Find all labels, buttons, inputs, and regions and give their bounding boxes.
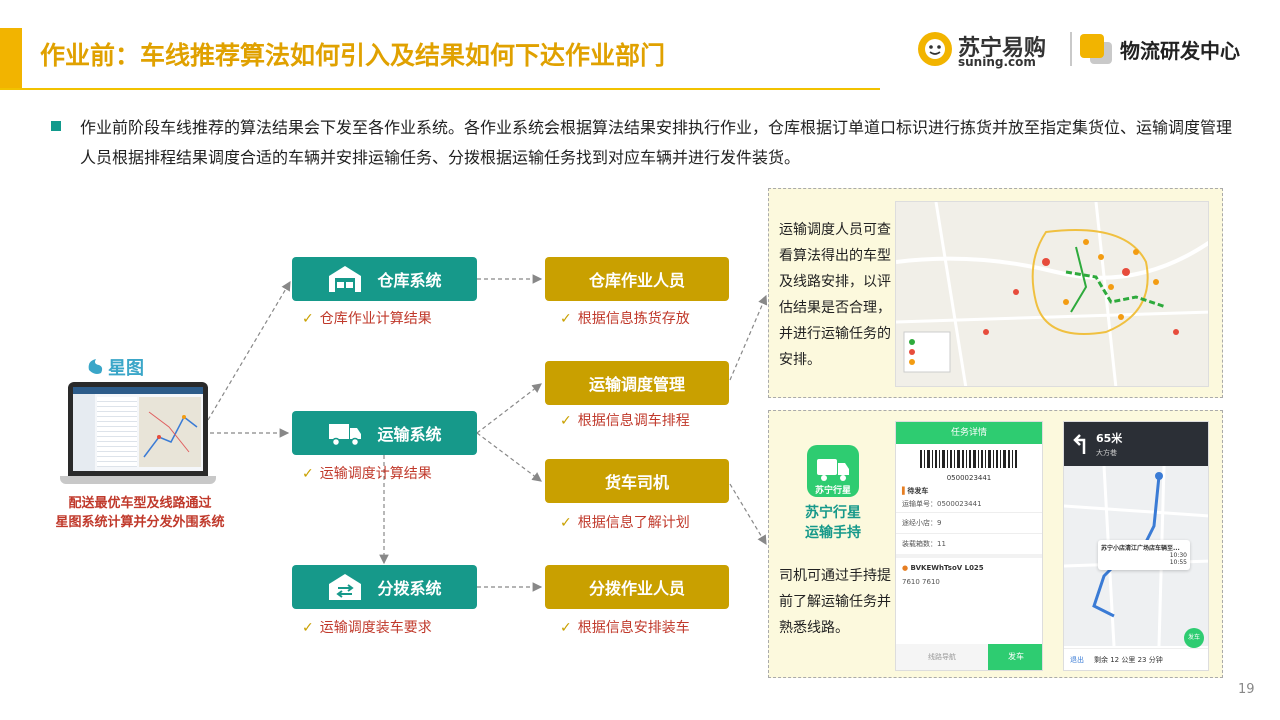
warehouse-system-box[interactable]: 仓库系统: [292, 257, 477, 301]
phone1-boxes: 装载箱数：11: [896, 534, 1042, 558]
nav-header: 65米 大方巷: [1064, 422, 1208, 466]
warehouse-staff-box[interactable]: 仓库作业人员: [545, 257, 729, 301]
laptop-screen-content: [73, 387, 203, 471]
check-icon: ✓: [560, 620, 572, 636]
nav-store-card: 苏宁小店清江广场店车辆至... 10:30 10:55: [1098, 540, 1190, 570]
dispatch-management-label: 运输调度管理: [588, 375, 685, 394]
dispatch-management-note: ✓ 根据信息调车排程: [560, 410, 690, 430]
sorting-system-note-text: 运输调度装车要求: [319, 620, 432, 636]
arrow-source-warehouse: [207, 280, 291, 421]
app-name: 苏宁行星 运输手持: [779, 503, 887, 543]
transport-system-note: ✓ 运输调度计算结果: [302, 463, 432, 483]
nav-remaining: 剩余 12 公里 23 分钟: [1094, 655, 1163, 664]
laptop-screen: [68, 382, 208, 476]
sorting-staff-note-text: 根据信息安排装车: [577, 620, 690, 636]
phone1-barcode-number: 0500023441: [946, 474, 992, 482]
warehouse-staff-label: 仓库作业人员: [588, 271, 685, 290]
barcode-icon: [920, 450, 1017, 468]
nav-button[interactable]: 线路导航: [896, 644, 988, 670]
sorting-staff-label: 分拨作业人员: [588, 579, 685, 598]
depart-button[interactable]: 发车: [988, 644, 1042, 670]
sorting-system-note: ✓ 运输调度装车要求: [302, 617, 432, 637]
nav-depart-button[interactable]: 发车: [1184, 628, 1204, 648]
nav-distance: 65米: [1096, 432, 1123, 445]
laptop-base: [60, 476, 216, 484]
check-icon: ✓: [560, 515, 572, 531]
source-caption-line2: 星图系统计算并分发外围系统: [55, 515, 225, 530]
source-caption-line1: 配送最优车型及线路通过: [68, 496, 212, 511]
check-icon: ✓: [560, 311, 572, 327]
app-name-line1: 苏宁行星: [805, 505, 861, 521]
sorting-icon: [329, 574, 362, 600]
dispatch-management-box[interactable]: 运输调度管理: [545, 361, 729, 405]
warehouse-system-note-text: 仓库作业计算结果: [319, 311, 432, 327]
truck-driver-note: ✓ 根据信息了解计划: [560, 512, 690, 532]
transport-system-box[interactable]: 运输系统: [292, 411, 477, 455]
xingtu-logo-text: 星图: [108, 358, 144, 379]
warehouse-system-label: 仓库系统: [377, 271, 442, 290]
check-icon: ✓: [560, 413, 572, 429]
route-map-drawing: [896, 202, 1208, 386]
check-icon: ✓: [302, 620, 314, 636]
nav-bottom-bar: 退出 剩余 12 公里 23 分钟: [1064, 648, 1208, 670]
truck-driver-label: 货车司机: [604, 473, 669, 492]
phone1-bottom-bar: 线路导航 发车: [896, 644, 1042, 670]
sorting-system-label: 分拨系统: [377, 579, 442, 598]
phone-task-detail: 任务详情 0500023441 ▌待发车 运输单号：0500023441 途经小…: [895, 421, 1043, 671]
phone1-vehicle-text: BVKEWhTsoV L025: [910, 564, 984, 572]
driver-panel: 苏宁行星 苏宁行星 运输手持 司机可通过手持提前了解运输任务并熟悉线路。 任务详…: [768, 410, 1223, 678]
nav-time2: 10:55: [1169, 559, 1187, 566]
transport-system-note-text: 运输调度计算结果: [319, 466, 432, 482]
driver-panel-text: 司机可通过手持提前了解运输任务并熟悉线路。: [779, 568, 891, 636]
phone1-title: 任务详情: [896, 422, 1042, 444]
warehouse-system-note: ✓ 仓库作业计算结果: [302, 308, 432, 328]
phone1-stores: 途经小店：9: [896, 513, 1042, 534]
truck-driver-box[interactable]: 货车司机: [545, 459, 729, 503]
arrow-transport-driver: [476, 432, 542, 482]
check-icon: ✓: [302, 466, 314, 482]
sorting-system-box[interactable]: 分拨系统: [292, 565, 477, 609]
nav-road: 大方巷: [1096, 449, 1117, 457]
phone1-status-text: 待发车: [907, 487, 929, 495]
phone1-vehicle: ● BVKEWhTsoV L025: [902, 564, 984, 572]
laptop-screenshot: [60, 382, 216, 484]
sorting-staff-box[interactable]: 分拨作业人员: [545, 565, 729, 609]
app-badge: 苏宁行星: [814, 486, 851, 496]
source-caption: 配送最优车型及线路通过 星图系统计算并分发外围系统: [30, 494, 250, 532]
arrow-driver-panel: [729, 483, 767, 546]
turn-left-icon: [1073, 434, 1086, 454]
nav-exit-button[interactable]: 退出: [1070, 655, 1084, 665]
warehouse-staff-note-text: 根据信息拣货存放: [577, 311, 690, 327]
phone1-route: 7610 7610: [902, 578, 940, 586]
xingtu-logo-icon: [88, 359, 103, 374]
app-icon: 苏宁行星: [807, 445, 859, 497]
dispatch-panel-text: 运输调度人员可查看算法得出的车型及线路安排，以评估结果是否合理，并进行运输任务的…: [779, 222, 891, 368]
transport-system-label: 运输系统: [377, 425, 442, 444]
route-map: [895, 201, 1209, 387]
warehouse-icon: [329, 266, 362, 292]
truck-driver-note-text: 根据信息了解计划: [577, 515, 690, 531]
phone-navigation: 65米 大方巷 苏宁小店清江广场店车辆至... 10:30 10:55 发车 退…: [1063, 421, 1209, 671]
nav-store-title: 苏宁小店清江广场店车辆至...: [1101, 545, 1180, 552]
arrow-transport-dispatch: [476, 383, 542, 434]
app-name-line2: 运输手持: [805, 525, 861, 541]
phone1-task-no: 运输单号：0500023441: [896, 496, 1042, 513]
warehouse-staff-note: ✓ 根据信息拣货存放: [560, 308, 690, 328]
arrow-dispatch-panel: [729, 294, 768, 381]
check-icon: ✓: [302, 311, 314, 327]
phone1-status: ▌待发车: [902, 487, 929, 495]
sorting-staff-note: ✓ 根据信息安排装车: [560, 617, 690, 637]
nav-time1: 10:30: [1169, 552, 1187, 559]
page-number: 19: [1238, 682, 1255, 697]
truck-icon: [329, 424, 362, 447]
dispatch-management-note-text: 根据信息调车排程: [577, 413, 690, 429]
dispatch-panel: 运输调度人员可查看算法得出的车型及线路安排，以评估结果是否合理，并进行运输任务的…: [768, 188, 1223, 398]
